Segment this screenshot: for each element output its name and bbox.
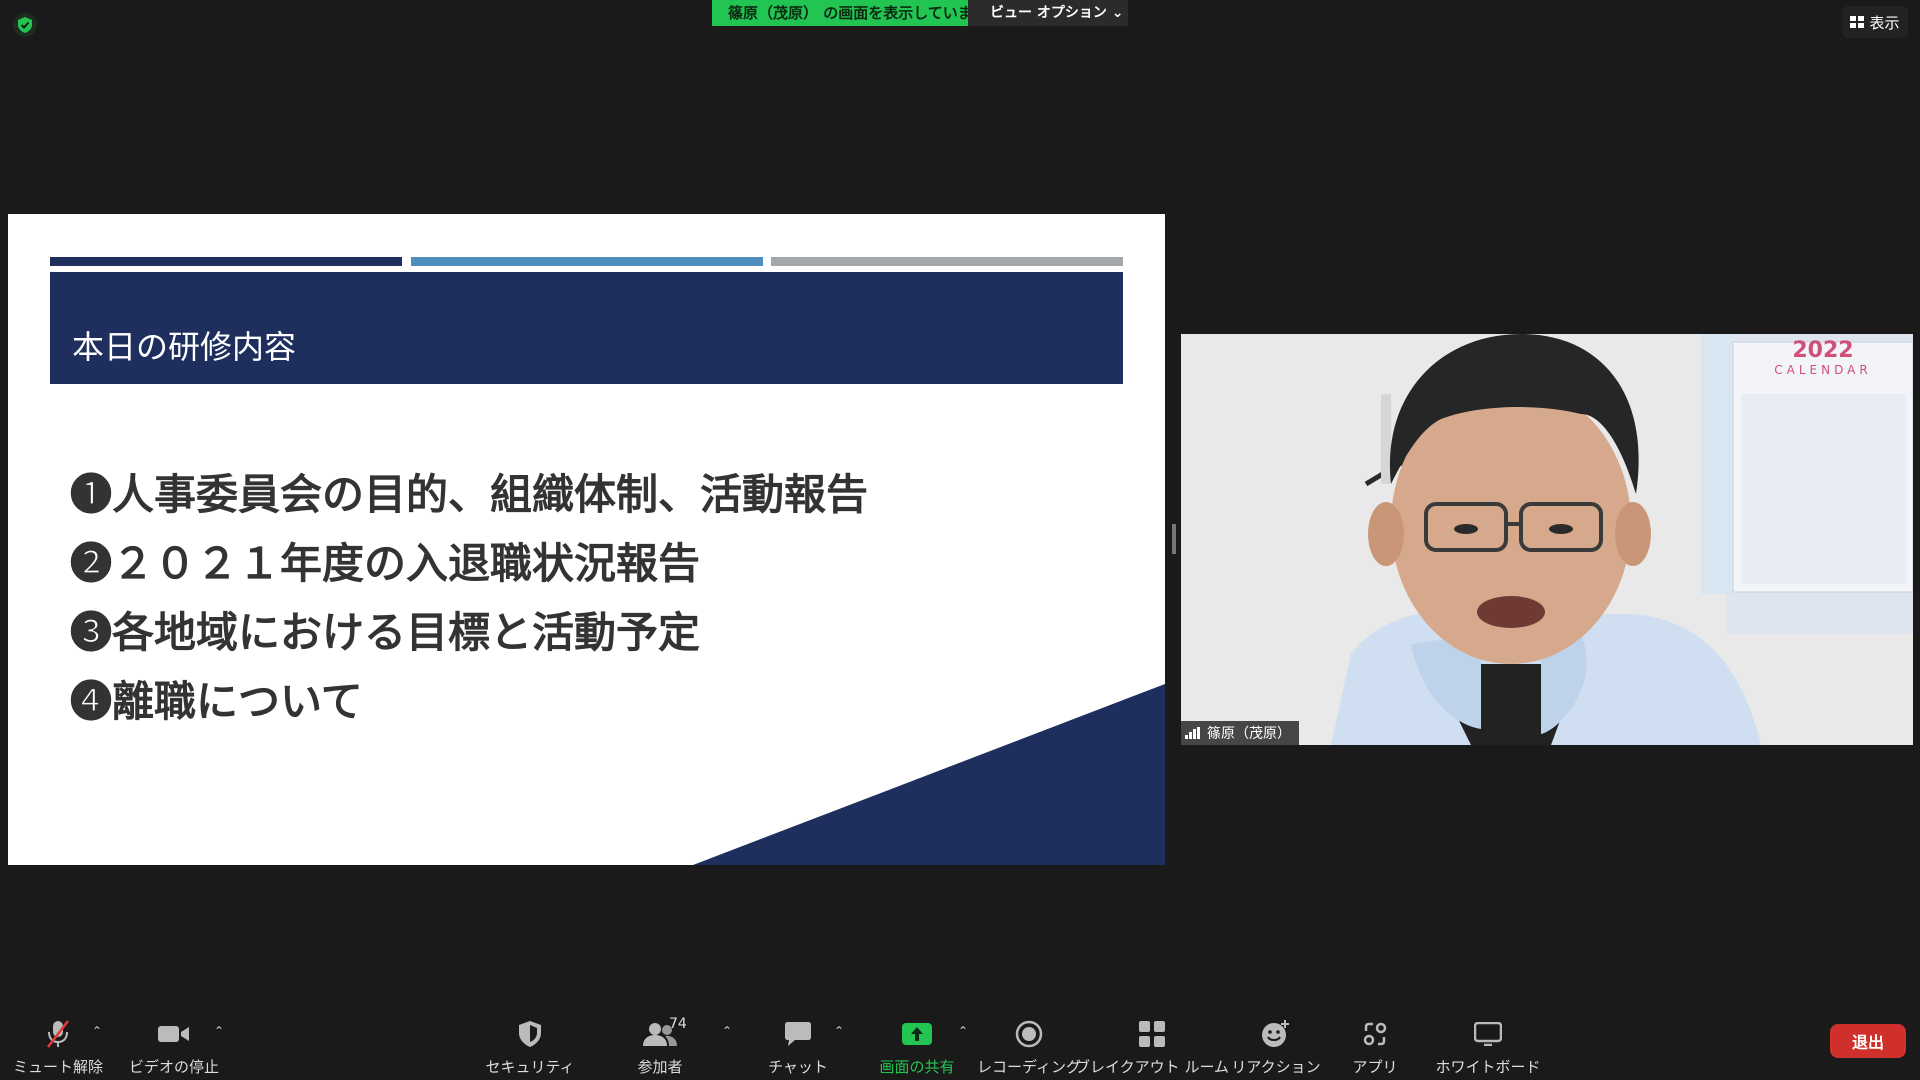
grid-icon bbox=[1850, 16, 1865, 28]
shared-screen-slide: 本日の研修内容 ❶人事委員会の目的、組織体制、活動報告 ❷２０２１年度の入退職状… bbox=[8, 214, 1165, 865]
unmute-label: ミュート解除 bbox=[13, 1058, 104, 1076]
chat-options-caret[interactable]: ⌃ bbox=[834, 1024, 844, 1038]
agenda-item-4: ❹離職について bbox=[70, 677, 363, 726]
display-label: 表示 bbox=[1869, 13, 1900, 32]
video-camera-icon bbox=[158, 1026, 189, 1042]
share-screen-icon bbox=[902, 1023, 932, 1045]
apps-button[interactable]: アプリ bbox=[1350, 1018, 1400, 1077]
microphone-muted-icon bbox=[47, 1020, 69, 1048]
calendar-year: 2022 bbox=[1792, 338, 1854, 363]
calendar-poster: 2022 CALENDAR bbox=[1733, 338, 1913, 377]
share-screen-button[interactable]: 画面の共有 bbox=[872, 1018, 962, 1077]
breakout-rooms-button[interactable]: ブレイクアウト ルーム bbox=[1075, 1018, 1229, 1077]
reactions-button[interactable]: リアクション bbox=[1231, 1018, 1321, 1077]
recording-label: レコーディング bbox=[977, 1058, 1081, 1076]
calendar-word: CALENDAR bbox=[1774, 363, 1872, 377]
slide-title-banner: 本日の研修内容 bbox=[50, 272, 1123, 384]
leave-meeting-button[interactable]: 退出 bbox=[1830, 1024, 1906, 1058]
mute-options-caret[interactable]: ⌃ bbox=[92, 1024, 102, 1038]
reactions-label: リアクション bbox=[1231, 1058, 1321, 1076]
signal-strength-icon bbox=[1185, 727, 1200, 739]
participants-button[interactable]: 74 参加者 bbox=[622, 1016, 698, 1077]
chat-button[interactable]: チャット bbox=[760, 1018, 836, 1077]
slide-accent-bar-blue bbox=[411, 257, 763, 266]
security-shield-icon bbox=[519, 1021, 541, 1047]
video-scene bbox=[1181, 334, 1913, 745]
split-view-resize-handle[interactable] bbox=[1172, 524, 1176, 554]
participant-video-tile[interactable]: 2022 CALENDAR 篠原（茂原） bbox=[1181, 334, 1913, 745]
participant-name-tag: 篠原（茂原） bbox=[1181, 721, 1299, 745]
agenda-item-1: ❶人事委員会の目的、組織体制、活動報告 bbox=[70, 470, 869, 519]
whiteboard-label: ホワイトボード bbox=[1435, 1058, 1541, 1076]
participants-options-caret[interactable]: ⌃ bbox=[722, 1024, 732, 1038]
participants-count: 74 bbox=[669, 1016, 687, 1032]
share-screen-label: 画面の共有 bbox=[879, 1058, 955, 1076]
participants-label: 参加者 bbox=[637, 1058, 683, 1076]
share-status-bar: 篠原（茂原） の画面を表示しています ビュー オプション ⌄ bbox=[712, 0, 1128, 26]
participant-name: 篠原（茂原） bbox=[1207, 726, 1291, 742]
breakout-rooms-icon bbox=[1139, 1021, 1165, 1047]
slide-accent-bar-gray bbox=[771, 257, 1123, 266]
whiteboard-icon bbox=[1474, 1022, 1502, 1046]
reaction-emoji-icon bbox=[1262, 1020, 1289, 1047]
security-label: セキュリティ bbox=[485, 1058, 575, 1076]
record-icon bbox=[1015, 1020, 1043, 1048]
display-button[interactable]: 表示 bbox=[1842, 6, 1908, 38]
slide-accent-bar-navy bbox=[50, 257, 402, 266]
slide-agenda-list: ❶人事委員会の目的、組織体制、活動報告 ❷２０２１年度の入退職状況報告 ❸各地域… bbox=[70, 460, 868, 736]
view-options-button[interactable]: ビュー オプション ⌄ bbox=[968, 0, 1128, 26]
recording-button[interactable]: レコーディング bbox=[977, 1018, 1081, 1077]
share-options-caret[interactable]: ⌃ bbox=[958, 1024, 968, 1038]
unmute-button[interactable]: ミュート解除 bbox=[13, 1018, 104, 1077]
chat-label: チャット bbox=[768, 1058, 828, 1076]
agenda-item-3: ❸各地域における目標と活動予定 bbox=[70, 608, 701, 657]
video-options-caret[interactable]: ⌃ bbox=[214, 1024, 224, 1038]
chat-bubble-icon bbox=[785, 1022, 811, 1046]
slide-title: 本日の研修内容 bbox=[72, 328, 297, 366]
agenda-item-2: ❷２０２１年度の入退職状況報告 bbox=[70, 539, 701, 588]
security-button[interactable]: セキュリティ bbox=[485, 1018, 575, 1077]
security-shield-icon[interactable] bbox=[13, 13, 37, 37]
meeting-controls-toolbar: ミュート解除 ⌃ ビデオの停止 ⌃ セキュリティ 74 参加者 ⌃ チャット ⌃… bbox=[0, 1008, 1920, 1080]
stop-video-button[interactable]: ビデオの停止 bbox=[129, 1018, 220, 1077]
apps-label: アプリ bbox=[1352, 1058, 1398, 1076]
stop-video-label: ビデオの停止 bbox=[129, 1058, 220, 1076]
apps-icon bbox=[1363, 1022, 1387, 1046]
whiteboard-button[interactable]: ホワイトボード bbox=[1436, 1018, 1541, 1077]
breakout-rooms-label: ブレイクアウト ルーム bbox=[1074, 1058, 1230, 1076]
sharing-status-label: 篠原（茂原） の画面を表示しています bbox=[712, 0, 988, 26]
